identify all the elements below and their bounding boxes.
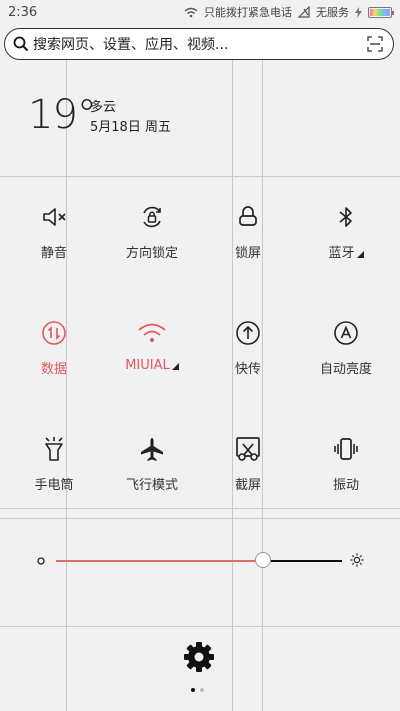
tile-label: 快传 [234,362,261,377]
tile-label: 飞行模式 [125,478,178,493]
toggle-auto-brightness[interactable]: 自动亮度 [296,296,396,396]
grid-line [0,176,400,177]
brightness-track [270,560,342,562]
page-indicator [191,688,204,692]
page-dot [200,688,204,692]
data-icon [42,321,66,345]
page-dot-active [191,688,195,692]
battery-icon [368,6,394,18]
toggle-airplane-mode[interactable]: 飞行模式 [102,412,202,512]
tile-label: 方向锁定 [125,246,178,261]
airplane-icon [141,438,163,461]
brightness-low-icon [37,557,45,565]
toggle-lock-screen[interactable]: 锁屏 [198,180,298,280]
bluetooth-icon [339,207,352,227]
grid-line [0,518,400,519]
toggle-quick-transfer[interactable]: 快传 [198,296,298,396]
rotation-lock-icon [143,206,161,228]
toggle-vibrate[interactable]: 振动 [296,412,396,512]
toggle-bluetooth[interactable]: 蓝牙 [296,180,396,280]
weather-condition: 多云 [90,100,117,115]
toggle-rotation-lock[interactable]: 方向锁定 [102,180,202,280]
wifi-icon [138,323,166,342]
scan-icon[interactable] [367,36,383,52]
brightness-track-filled [56,560,262,562]
no-service-text: 无服务 [316,6,349,19]
status-time: 2:36 [8,4,38,20]
expand-indicator-icon [356,251,364,258]
tile-label: 振动 [332,478,359,493]
vibrate-icon [334,438,358,460]
toggle-wifi[interactable]: MIUIAL [102,296,202,396]
tile-label: 蓝牙 [328,246,355,261]
mute-icon [43,208,66,226]
wifi-status-icon [184,7,198,17]
grid-line [0,626,400,627]
search-icon [13,36,29,52]
auto-brightness-icon [334,321,358,345]
emergency-calls-text: 只能拨打紧急电话 [204,6,292,19]
search-placeholder: 搜索网页、设置、应用、视频... [33,37,229,53]
status-bar: 2:36 只能拨打紧急电话 无服务 [0,0,400,24]
toggle-screenshot[interactable]: 截屏 [198,412,298,512]
expand-indicator-icon [171,363,179,370]
tile-label: 静音 [40,246,67,261]
charging-icon [355,6,362,18]
tile-label: 锁屏 [234,246,261,261]
quick-transfer-icon [236,321,260,345]
screenshot-icon [236,437,260,461]
gear-icon [184,642,214,672]
toggle-flashlight[interactable]: 手电筒 [4,412,104,512]
weather-date: 5月18日 周五 [90,120,171,135]
flashlight-icon [45,437,63,461]
settings-button[interactable] [182,640,216,678]
tile-label: 手电筒 [34,478,74,493]
brightness-thumb[interactable] [255,552,271,568]
tile-label: 数据 [40,362,67,377]
toggle-mute[interactable]: 静音 [4,180,104,280]
weather-temperature[interactable]: 19° [28,92,97,138]
tile-label: MIUIAL [125,358,170,373]
brightness-high-icon [350,553,364,567]
toggle-mobile-data[interactable]: 数据 [4,296,104,396]
search-bar[interactable]: 搜索网页、设置、应用、视频... [4,28,394,60]
brightness-slider[interactable] [0,546,400,576]
lock-icon [239,206,257,226]
no-sim-icon [298,6,310,18]
tile-label: 截屏 [234,478,261,493]
tile-label: 自动亮度 [319,362,372,377]
